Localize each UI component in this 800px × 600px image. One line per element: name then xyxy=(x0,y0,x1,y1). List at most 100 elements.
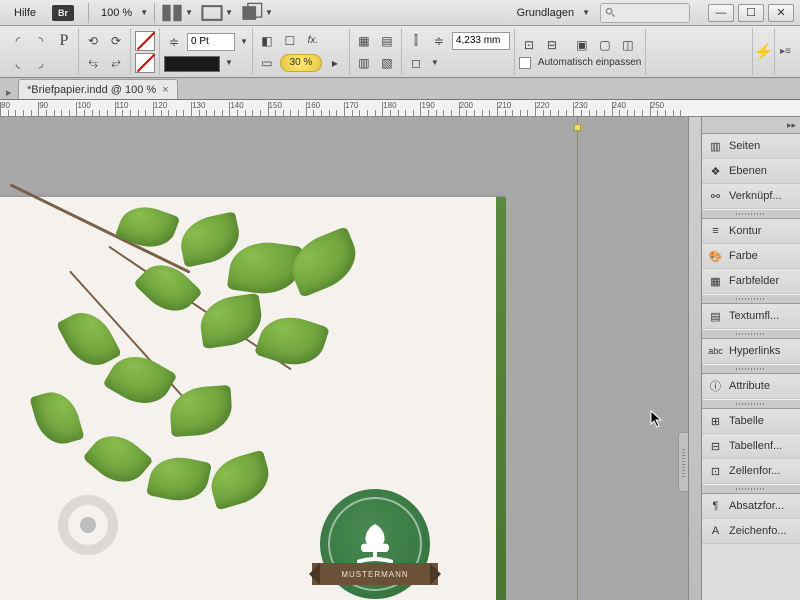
fx-icon[interactable]: fx. xyxy=(303,31,323,51)
panel-separator xyxy=(702,364,800,374)
dropdown-arrow-icon[interactable]: ▼ xyxy=(582,8,590,17)
panel-dock-handle[interactable] xyxy=(678,432,688,492)
wrap-offset-input[interactable]: 4,233 mm xyxy=(452,32,510,50)
text-wrap-bounding-icon[interactable]: ▤ xyxy=(377,31,397,51)
separator xyxy=(154,3,155,23)
document-canvas[interactable]: MUSTERMANN Mustermann Garten- und Landsc… xyxy=(0,117,506,600)
fill-prop-icon[interactable]: ◫ xyxy=(618,35,638,55)
maximize-button[interactable]: ☐ xyxy=(738,4,764,22)
guide-vertical[interactable] xyxy=(577,117,578,600)
text-wrap-jump-icon[interactable]: ▧ xyxy=(377,53,397,73)
opacity-input[interactable]: 30 % xyxy=(280,54,322,72)
hyperlink-icon: abc xyxy=(708,344,723,359)
close-button[interactable]: ✕ xyxy=(768,4,794,22)
fit-prop-icon[interactable]: ▢ xyxy=(595,35,615,55)
corner-br-icon[interactable]: ◞ xyxy=(31,53,51,73)
panel-separator xyxy=(702,329,800,339)
company-logo: MUSTERMANN xyxy=(310,489,440,599)
quick-apply-icon[interactable]: ⚡ xyxy=(752,28,774,75)
dropdown-arrow-icon[interactable]: ▼ xyxy=(225,8,233,17)
text-wrap-none-icon[interactable]: ▦ xyxy=(354,31,374,51)
table-icon: ⊞ xyxy=(708,414,723,429)
bridge-button[interactable]: Br xyxy=(52,5,74,21)
text-p-icon[interactable]: P xyxy=(54,31,74,51)
panel-tabelle[interactable]: ⊞Tabelle xyxy=(702,409,800,434)
panel-farbe[interactable]: 🎨Farbe xyxy=(702,244,800,269)
panel-attribute[interactable]: ⓘAttribute xyxy=(702,374,800,399)
panel-strip[interactable] xyxy=(688,117,701,600)
separator xyxy=(88,3,89,23)
dropdown-arrow-icon[interactable]: ▼ xyxy=(431,58,439,67)
panel-absatzformat[interactable]: ¶Absatzfor... xyxy=(702,494,800,519)
autofit-label: Automatisch einpassen xyxy=(538,57,641,68)
fit-frame-icon[interactable]: ⊟ xyxy=(542,35,562,55)
dropdown-arrow-icon[interactable]: ▼ xyxy=(265,8,273,17)
document-tab-label: *Briefpapier.indd @ 100 % xyxy=(27,84,156,96)
zoom-level[interactable]: 100 % xyxy=(95,5,138,21)
stroke-icon: ≡ xyxy=(708,224,723,239)
fill-none-swatch[interactable] xyxy=(135,31,155,51)
autofit-checkbox[interactable] xyxy=(519,57,531,69)
horizontal-ruler[interactable]: 8090100110120130140150160170180190200210… xyxy=(0,100,800,117)
stroke-style-swatch[interactable] xyxy=(164,56,220,72)
center-content-icon[interactable]: ▣ xyxy=(572,35,592,55)
opacity-icon[interactable]: ◧ xyxy=(257,31,277,51)
links-icon: ⚯ xyxy=(708,189,723,204)
corner-bl-icon[interactable]: ◟ xyxy=(8,53,28,73)
cellstyle-icon: ⊡ xyxy=(708,464,723,479)
dropdown-arrow-icon[interactable]: ▼ xyxy=(225,58,233,67)
panel-hyperlinks[interactable]: abcHyperlinks xyxy=(702,339,800,364)
apply-icon[interactable]: ▭ xyxy=(257,53,277,73)
flip-v-icon[interactable]: ⥃ xyxy=(83,53,103,73)
view-options-icon[interactable] xyxy=(161,3,183,23)
dropdown-arrow-icon[interactable]: ▼ xyxy=(140,8,148,17)
frame-fit-icon[interactable]: ⫿ xyxy=(406,31,426,51)
toolbar-menu-icon[interactable]: ▸≡ xyxy=(774,28,796,75)
workspace-selector[interactable]: Grundlagen xyxy=(511,5,581,21)
layers-icon: ❖ xyxy=(708,164,723,179)
panel-textumfluss[interactable]: ▤Textumfl... xyxy=(702,304,800,329)
panel-ebenen[interactable]: ❖Ebenen xyxy=(702,159,800,184)
swatches-icon: ▦ xyxy=(708,274,723,289)
menu-help[interactable]: Hilfe xyxy=(6,5,44,21)
guide-handle[interactable] xyxy=(574,124,581,131)
corner-options-icon[interactable]: ◻ xyxy=(406,53,426,73)
panel-kontur[interactable]: ≡Kontur xyxy=(702,219,800,244)
panel-zellenformat[interactable]: ⊡Zellenfor... xyxy=(702,459,800,484)
page-green-edge xyxy=(496,197,506,600)
close-tab-icon[interactable]: × xyxy=(162,84,168,96)
rotate-icon[interactable]: ⟳ xyxy=(106,31,126,51)
dropdown-arrow-icon[interactable]: ▼ xyxy=(240,37,248,46)
corner-tr-icon[interactable]: ◝ xyxy=(31,31,51,51)
blank-icon xyxy=(54,53,74,73)
corner-tl-icon[interactable]: ◜ xyxy=(8,31,28,51)
panel-separator xyxy=(702,209,800,219)
effects-icon[interactable]: ☐ xyxy=(280,31,300,51)
stepper-icon[interactable]: ≑ xyxy=(429,31,449,51)
panel-zeichenformat[interactable]: AZeichenfo... xyxy=(702,519,800,544)
panel-seiten[interactable]: ▥Seiten xyxy=(702,134,800,159)
flip-h-icon[interactable]: ⟲ xyxy=(83,31,103,51)
opacity-arrow-icon[interactable]: ▸ xyxy=(325,53,345,73)
fit-content-icon[interactable]: ⊡ xyxy=(519,35,539,55)
parastyle-icon: ¶ xyxy=(708,499,723,514)
panel-verknuepf[interactable]: ⚯Verknüpf... xyxy=(702,184,800,209)
search-input[interactable] xyxy=(600,3,690,23)
document-tab[interactable]: *Briefpapier.indd @ 100 % × xyxy=(18,79,178,99)
tab-expand-icon[interactable]: ▸ xyxy=(6,86,18,99)
panel-farbfelder[interactable]: ▦Farbfelder xyxy=(702,269,800,294)
stroke-weight-input[interactable]: 0 Pt xyxy=(187,33,235,51)
panel-collapse-icon[interactable]: ▸▸ xyxy=(702,117,800,134)
stepper-icon[interactable]: ≑ xyxy=(164,32,184,52)
arrange-icon[interactable] xyxy=(241,3,263,23)
panel-tabellenformat[interactable]: ⊟Tabellenf... xyxy=(702,434,800,459)
panel-separator xyxy=(702,294,800,304)
dropdown-arrow-icon[interactable]: ▼ xyxy=(185,8,193,17)
mirror-icon[interactable]: ⥂ xyxy=(106,53,126,73)
color-icon: 🎨 xyxy=(708,249,723,264)
screen-mode-icon[interactable] xyxy=(201,3,223,23)
stroke-none-swatch[interactable] xyxy=(135,53,155,73)
text-wrap-shape-icon[interactable]: ▥ xyxy=(354,53,374,73)
minimize-button[interactable]: ― xyxy=(708,4,734,22)
cursor-icon xyxy=(650,410,664,432)
